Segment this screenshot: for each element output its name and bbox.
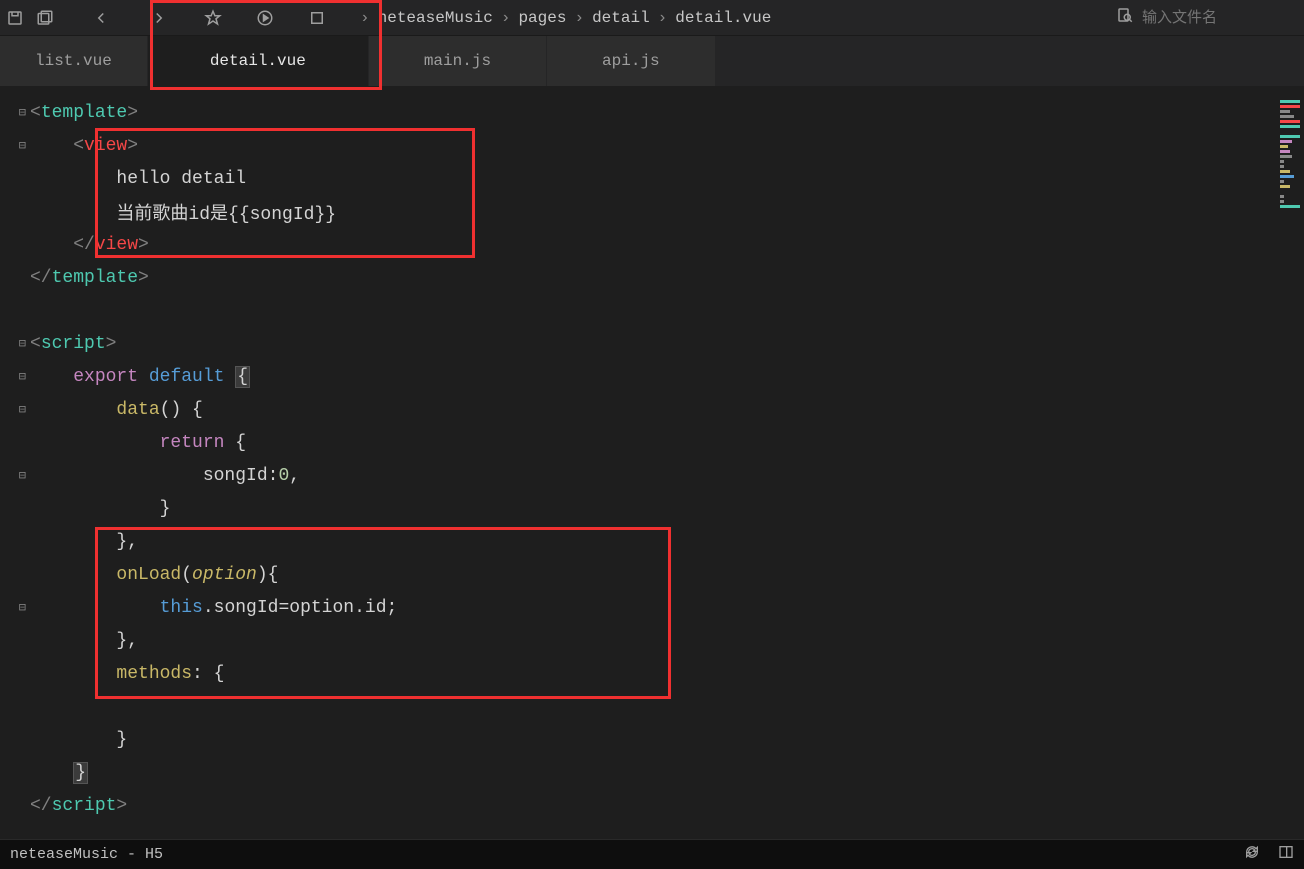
top-toolbar: › neteaseMusic › pages › detail › detail… (0, 0, 1304, 36)
code-token: script (41, 334, 106, 354)
breadcrumb-item[interactable]: detail (592, 9, 650, 27)
code-token: view (84, 136, 127, 156)
code-token: }, (116, 631, 138, 651)
code-token: 0 (278, 466, 289, 486)
code-token: template (52, 268, 138, 288)
code-token: } (116, 730, 127, 750)
code-token: { (235, 366, 250, 388)
code-token: onLoad (116, 565, 181, 585)
tab-detail-vue[interactable]: detail.vue (148, 36, 368, 86)
status-text: neteaseMusic - H5 (10, 846, 163, 863)
save-all-icon[interactable] (30, 0, 60, 36)
save-icon[interactable] (0, 0, 30, 36)
tab-main-js[interactable]: main.js (369, 36, 546, 86)
code-token: : (268, 466, 279, 486)
code-token: , (289, 466, 300, 486)
code-token: = (278, 598, 289, 618)
code-token: option (192, 565, 257, 585)
code-token: } (73, 762, 88, 784)
breadcrumb-item[interactable]: detail.vue (675, 9, 771, 27)
code-token: data (116, 400, 159, 420)
breadcrumb-item[interactable]: neteaseMusic (378, 9, 493, 27)
code-token: { (224, 433, 246, 453)
code-token: this (160, 598, 203, 618)
tab-label: list.vue (35, 52, 112, 70)
code-editor[interactable]: <template> <view> hello detail 当前歌曲id是{{… (0, 86, 1304, 839)
code-token: ; (387, 598, 398, 618)
code-token: default (149, 367, 225, 387)
stop-icon[interactable] (302, 0, 332, 36)
code-token: ){ (257, 565, 279, 585)
tabs-bar: list.vue detail.vue main.js api.js (0, 36, 1304, 86)
breadcrumb-item[interactable]: pages (518, 9, 566, 27)
code-token: id (365, 598, 387, 618)
panel-icon[interactable] (1278, 844, 1294, 865)
star-icon[interactable] (198, 0, 228, 36)
code-token: hello detail (116, 169, 246, 189)
code-token: songId (214, 598, 279, 618)
code-area[interactable]: <template> <view> hello detail 当前歌曲id是{{… (30, 86, 1276, 839)
search-icon[interactable] (1116, 6, 1134, 30)
code-token: methods (116, 664, 192, 684)
code-token: songId (203, 466, 268, 486)
code-token: () { (160, 400, 203, 420)
sync-icon[interactable] (1244, 844, 1260, 865)
code-token: 当前歌曲id是{{songId}} (116, 199, 336, 225)
tab-label: detail.vue (210, 52, 306, 70)
tab-list-vue[interactable]: list.vue (0, 36, 147, 86)
code-token: . (203, 598, 214, 618)
code-token: . (354, 598, 365, 618)
tab-label: main.js (424, 52, 491, 70)
back-icon[interactable] (86, 0, 116, 36)
code-token: } (160, 499, 171, 519)
gutter (0, 86, 30, 839)
tab-api-js[interactable]: api.js (547, 36, 715, 86)
code-token: ( (181, 565, 192, 585)
breadcrumb: › neteaseMusic › pages › detail › detail… (352, 9, 771, 27)
code-token: : { (192, 664, 224, 684)
code-token: }, (116, 532, 138, 552)
tab-label: api.js (602, 52, 660, 70)
search-input[interactable] (1142, 9, 1292, 26)
code-token: export (73, 367, 138, 387)
code-token: return (160, 433, 225, 453)
code-token: option (289, 598, 354, 618)
minimap[interactable] (1276, 86, 1304, 839)
code-token: template (41, 103, 127, 123)
code-token: view (95, 235, 138, 255)
forward-icon[interactable] (144, 0, 174, 36)
code-token: script (52, 796, 117, 816)
play-icon[interactable] (250, 0, 280, 36)
status-bar: neteaseMusic - H5 (0, 839, 1304, 869)
